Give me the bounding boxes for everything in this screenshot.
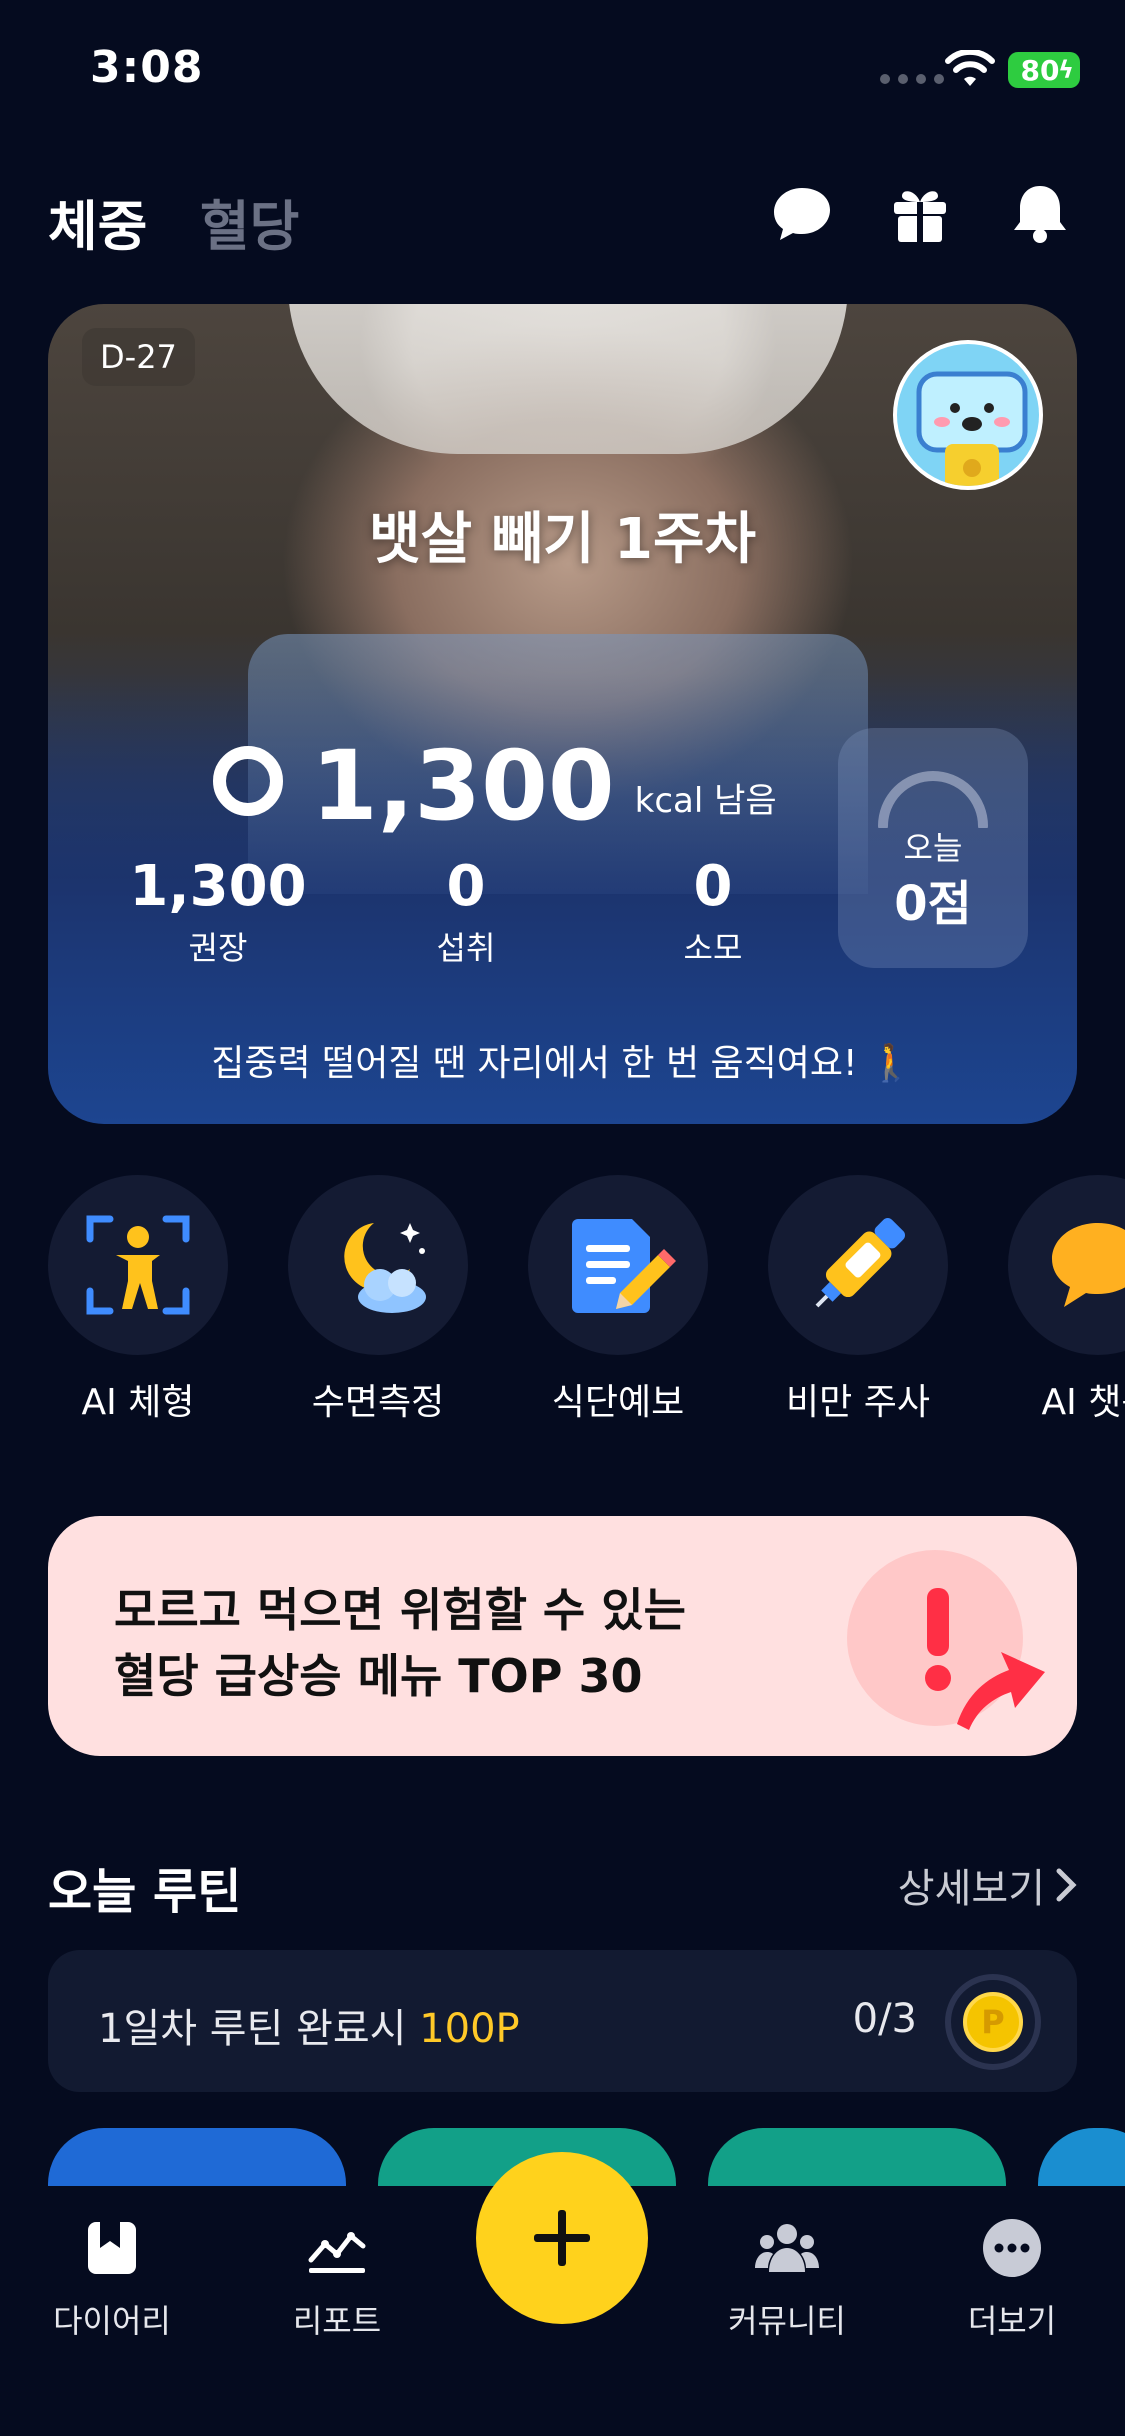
shortcut-icon-bg xyxy=(288,1175,468,1355)
shortcut-meal-forecast[interactable]: 식단예보 xyxy=(518,1175,718,1425)
shortcut-label: 식단예보 xyxy=(551,1382,685,1423)
shortcut-label: 비만 주사 xyxy=(786,1382,930,1423)
promo-banner[interactable]: 모르고 먹으면 위험할 수 있는 혈당 급상승 메뉴 TOP 30 xyxy=(48,1516,1077,1756)
routine-more-link[interactable]: 상세보기 xyxy=(898,1856,1077,1914)
tab-blood-sugar[interactable]: 혈당 xyxy=(200,182,299,261)
diary-icon xyxy=(88,2222,136,2274)
routine-progress-card[interactable]: 1일차 루틴 완료시 100P 0/3 P xyxy=(48,1950,1077,2092)
stat-intake: 0 섭취 xyxy=(366,854,566,969)
today-score[interactable]: 오늘 0점 xyxy=(838,728,1028,968)
stat-value: 0 xyxy=(446,854,486,919)
community-icon xyxy=(755,2224,819,2272)
avatar[interactable] xyxy=(893,340,1043,490)
memo-pencil-icon xyxy=(572,1219,676,1313)
hero-photo xyxy=(288,304,848,454)
injection-pen-icon xyxy=(815,1217,906,1308)
hero-goal-card[interactable]: D-27 뱃살 빼기 1주차 1,300 kcal 남음 1,300 권장 0 … xyxy=(48,304,1077,1124)
status-time: 3:08 xyxy=(90,42,204,93)
signal-icon xyxy=(880,74,944,84)
kcal-value: 1,300 xyxy=(311,730,615,842)
chart-icon xyxy=(308,2232,366,2273)
shortcut-label: AI 챗봇 xyxy=(1041,1382,1125,1423)
chat-icon[interactable] xyxy=(770,182,834,246)
gift-icon[interactable] xyxy=(888,182,952,246)
routine-title: 오늘 루틴 xyxy=(48,1864,242,1920)
stat-value: 0 xyxy=(693,854,733,919)
stat-label: 소모 xyxy=(683,929,743,967)
speech-bubble-icon xyxy=(1052,1223,1125,1307)
routine-card[interactable] xyxy=(1038,2128,1125,2188)
shortcut-icon-bg xyxy=(48,1175,228,1355)
shortcut-icon-bg xyxy=(1008,1175,1125,1355)
dday-badge: D-27 xyxy=(82,328,195,386)
nav-community[interactable]: 커뮤니티 xyxy=(697,2216,877,2342)
chevron-right-icon xyxy=(1056,1868,1077,1902)
wifi-icon xyxy=(945,50,995,86)
score-label: 오늘 xyxy=(903,829,963,867)
nav-label: 리포트 xyxy=(292,2302,382,2340)
add-button[interactable] xyxy=(476,2152,648,2324)
shortcut-icon-bg xyxy=(768,1175,948,1355)
more-icon xyxy=(983,2219,1041,2277)
shortcut-row: AI 체형 수면측정 식단예보 비만 주사 AI 챗 xyxy=(0,1175,1125,1425)
top-header: 체중 혈당 xyxy=(0,170,1125,260)
coin-label: P xyxy=(963,1992,1023,2052)
stat-value: 1,300 xyxy=(129,854,307,919)
routine-reward-text: 1일차 루틴 완료시 100P xyxy=(98,1996,520,2054)
ring-icon xyxy=(213,746,283,816)
banner-text: 모르고 먹으면 위험할 수 있는 xyxy=(114,1583,686,1637)
score-gauge-icon xyxy=(878,771,988,828)
shortcut-sleep[interactable]: 수면측정 xyxy=(278,1175,478,1425)
shortcut-icon-bg xyxy=(528,1175,708,1355)
shortcut-ai-body[interactable]: AI 체형 xyxy=(38,1175,238,1425)
warning-graph-icon xyxy=(847,1550,1045,1730)
remaining-kcal: 1,300 kcal 남음 xyxy=(213,724,777,834)
bolt-icon: ϟ xyxy=(1058,56,1074,84)
nav-label: 더보기 xyxy=(967,2302,1057,2340)
mascot-icon xyxy=(897,344,1039,486)
routine-card[interactable] xyxy=(708,2128,1006,2188)
shortcut-obesity-injection[interactable]: 비만 주사 xyxy=(758,1175,958,1425)
bell-icon[interactable] xyxy=(1008,182,1072,246)
more-label: 상세보기 xyxy=(897,1866,1045,1912)
stat-burned: 0 소모 xyxy=(613,854,813,969)
shortcut-label: 수면측정 xyxy=(311,1382,445,1423)
plus-icon xyxy=(534,2210,590,2266)
stat-label: 섭취 xyxy=(436,929,496,967)
battery-level: 80 xyxy=(1020,53,1060,87)
body-scan-icon xyxy=(86,1215,190,1315)
shortcut-ai-chatbot[interactable]: AI 챗봇 xyxy=(998,1175,1125,1425)
moon-cloud-icon xyxy=(344,1223,426,1313)
status-bar: 3:08 80 ϟ xyxy=(0,0,1125,140)
stat-label: 권장 xyxy=(188,929,248,967)
routine-count: 0/3 xyxy=(852,1996,917,2042)
kcal-unit: kcal 남음 xyxy=(634,781,777,821)
nav-more[interactable]: 더보기 xyxy=(922,2216,1102,2342)
routine-points: 100P xyxy=(419,2006,520,2052)
score-value: 0점 xyxy=(894,876,972,932)
battery-indicator: 80 ϟ xyxy=(1008,52,1080,88)
routine-text: 1일차 루틴 완료시 xyxy=(98,2006,420,2052)
routine-card[interactable] xyxy=(48,2128,346,2188)
nav-label: 다이어리 xyxy=(53,2302,171,2340)
nav-label: 커뮤니티 xyxy=(728,2302,846,2340)
nav-report[interactable]: 리포트 xyxy=(247,2216,427,2342)
shortcut-label: AI 체형 xyxy=(81,1382,195,1423)
hero-title: 뱃살 빼기 1주차 xyxy=(368,507,757,572)
banner-text: 혈당 급상승 메뉴 TOP 30 xyxy=(114,1649,643,1703)
hero-tip: 집중력 떨어질 땐 자리에서 한 번 움직여요! 🚶 xyxy=(211,1043,914,1084)
nav-diary[interactable]: 다이어리 xyxy=(22,2216,202,2342)
coin-icon: P xyxy=(945,1974,1041,2070)
tab-weight[interactable]: 체중 xyxy=(48,182,147,261)
stat-recommended: 1,300 권장 xyxy=(118,854,318,969)
